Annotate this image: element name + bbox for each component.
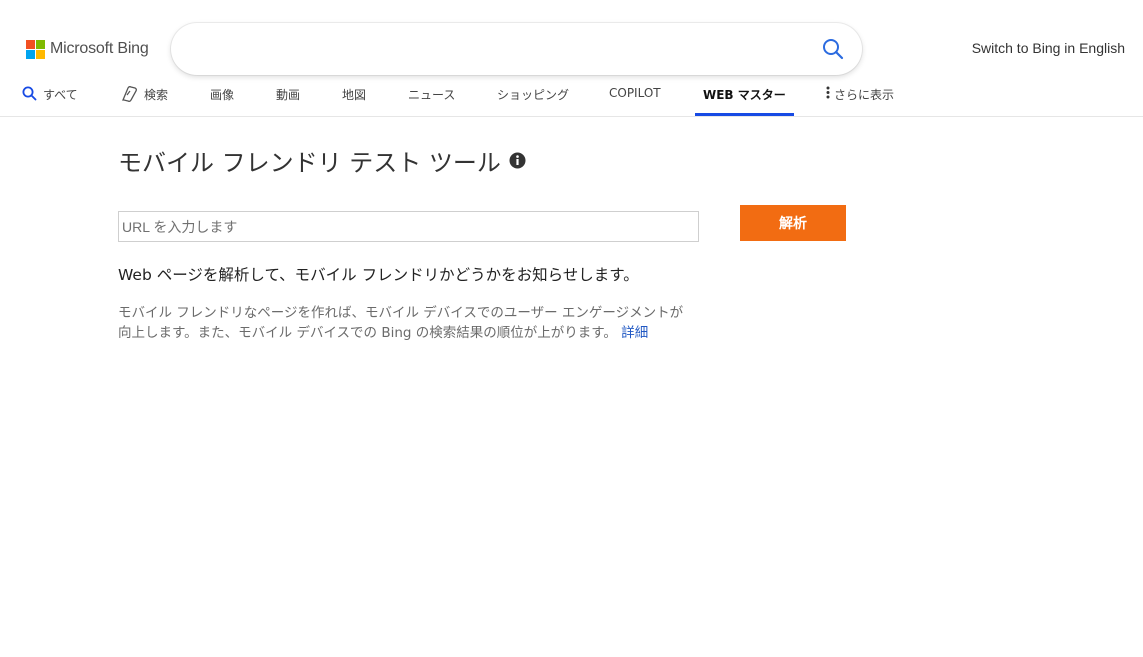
tab-news[interactable]: ニュース xyxy=(408,82,455,116)
copilot-icon xyxy=(120,86,138,102)
url-input[interactable] xyxy=(118,211,699,242)
search-icon xyxy=(22,86,37,101)
microsoft-logo-icon xyxy=(26,39,45,59)
logo-text: Microsoft Bing xyxy=(50,40,149,57)
description-text: モバイル フレンドリなページを作れば、モバイル デバイスでのユーザー エンゲージ… xyxy=(118,305,684,341)
tab-more[interactable]: さらに表示 xyxy=(826,82,894,116)
search-input[interactable] xyxy=(193,35,813,63)
tab-search[interactable]: 検索 xyxy=(120,82,168,116)
tab-more-label: さらに表示 xyxy=(834,88,895,102)
tab-images[interactable]: 画像 xyxy=(210,82,234,116)
search-icon xyxy=(823,39,844,60)
tab-copilot-label: COPILOT xyxy=(609,86,661,100)
page-title-text: モバイル フレンドリ テスト ツール xyxy=(118,149,501,177)
details-link[interactable]: 詳細 xyxy=(621,325,648,341)
bing-logo[interactable]: Microsoft Bing xyxy=(26,39,149,59)
nav-bar: すべて 検索 画像 動画 地図 ニュース ショッピング COPILOT WEB … xyxy=(0,82,1143,116)
search-box xyxy=(171,23,862,75)
page-title: モバイル フレンドリ テスト ツール xyxy=(118,143,526,178)
tab-maps-label: 地図 xyxy=(342,88,367,102)
tab-shopping-label: ショッピング xyxy=(497,88,570,102)
header: Microsoft Bing Switch to Bing in English… xyxy=(0,0,1143,117)
search-button[interactable] xyxy=(820,36,846,62)
tab-maps[interactable]: 地図 xyxy=(342,82,366,116)
tab-videos-label: 動画 xyxy=(276,88,301,102)
tab-webmaster[interactable]: WEB マスター xyxy=(695,82,794,116)
tab-all[interactable]: すべて xyxy=(22,82,78,116)
tab-search-label: 検索 xyxy=(144,88,169,102)
tab-images-label: 画像 xyxy=(210,88,235,102)
tab-webmaster-label: WEB マスター xyxy=(703,88,786,102)
analyze-button[interactable]: 解析 xyxy=(740,205,846,241)
tab-shopping[interactable]: ショッピング xyxy=(497,82,569,116)
switch-language-link[interactable]: Switch to Bing in English xyxy=(972,40,1125,56)
tab-news-label: ニュース xyxy=(408,88,456,102)
description: モバイル フレンドリなページを作れば、モバイル デバイスでのユーザー エンゲージ… xyxy=(118,304,690,343)
info-icon[interactable] xyxy=(509,152,526,169)
tab-copilot[interactable]: COPILOT xyxy=(609,82,661,116)
lead-text: Web ページを解析して、モバイル フレンドリかどうかをお知らせします。 xyxy=(118,266,639,284)
tab-all-label: すべて xyxy=(43,88,78,102)
more-vertical-icon xyxy=(826,86,830,99)
tab-videos[interactable]: 動画 xyxy=(276,82,300,116)
